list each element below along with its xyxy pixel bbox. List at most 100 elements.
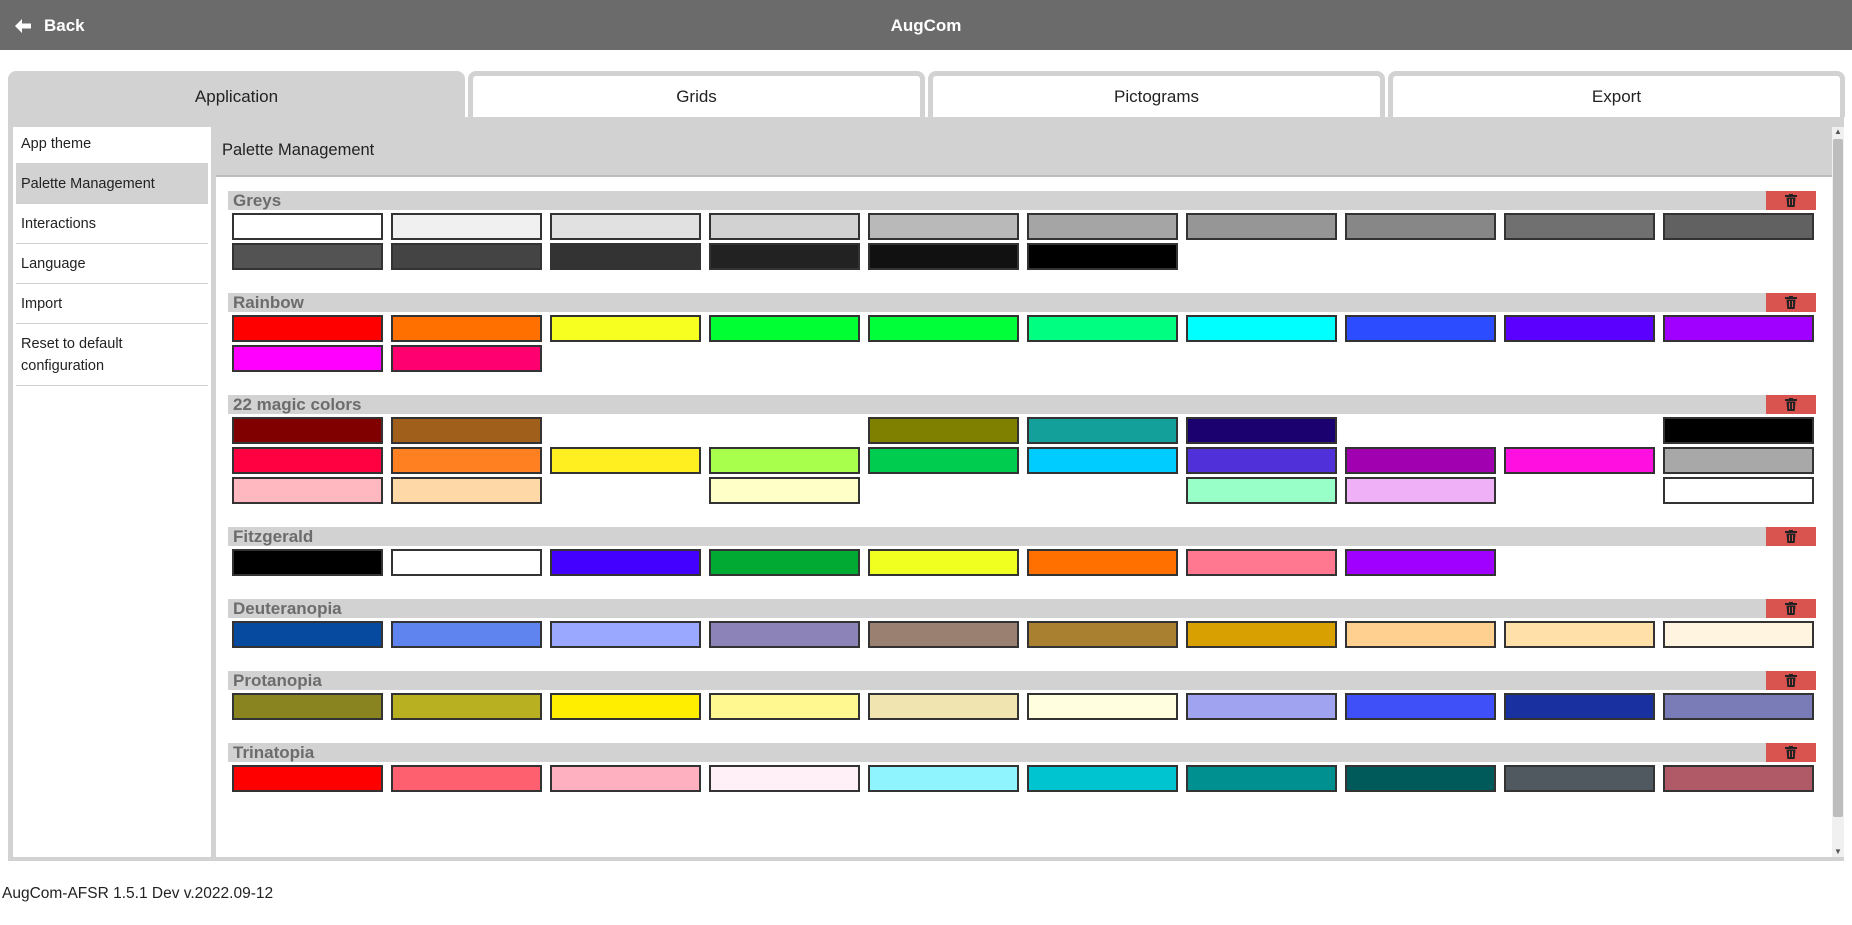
color-swatch[interactable] [391, 477, 542, 504]
color-swatch[interactable] [232, 213, 383, 240]
color-swatch[interactable] [1027, 447, 1178, 474]
tab-application[interactable]: Application [8, 71, 465, 117]
color-swatch[interactable] [232, 477, 383, 504]
color-swatch[interactable] [232, 243, 383, 270]
color-swatch[interactable] [709, 447, 860, 474]
color-swatch[interactable] [1345, 213, 1496, 240]
color-swatch[interactable] [1504, 447, 1655, 474]
color-swatch[interactable] [868, 549, 1019, 576]
color-swatch[interactable] [1345, 549, 1496, 576]
color-swatch[interactable] [868, 447, 1019, 474]
tab-pictograms[interactable]: Pictograms [928, 71, 1385, 117]
color-swatch[interactable] [1186, 549, 1337, 576]
color-swatch[interactable] [709, 621, 860, 648]
color-swatch[interactable] [550, 693, 701, 720]
color-swatch[interactable] [1186, 621, 1337, 648]
color-swatch[interactable] [1027, 315, 1178, 342]
tab-export[interactable]: Export [1388, 71, 1845, 117]
color-swatch[interactable] [232, 417, 383, 444]
color-swatch[interactable] [709, 549, 860, 576]
color-swatch[interactable] [232, 693, 383, 720]
color-swatch[interactable] [1663, 315, 1814, 342]
color-swatch[interactable] [1027, 213, 1178, 240]
color-swatch[interactable] [391, 315, 542, 342]
color-swatch[interactable] [391, 447, 542, 474]
color-swatch[interactable] [1345, 477, 1496, 504]
color-swatch[interactable] [232, 621, 383, 648]
color-swatch[interactable] [868, 243, 1019, 270]
color-swatch[interactable] [232, 549, 383, 576]
color-swatch[interactable] [709, 477, 860, 504]
color-swatch[interactable] [1186, 447, 1337, 474]
color-swatch[interactable] [868, 621, 1019, 648]
scroll-thumb[interactable] [1833, 139, 1843, 817]
color-swatch[interactable] [709, 693, 860, 720]
color-swatch[interactable] [1504, 213, 1655, 240]
color-swatch[interactable] [1027, 693, 1178, 720]
tab-grids[interactable]: Grids [468, 71, 925, 117]
color-swatch[interactable] [391, 693, 542, 720]
scrollbar[interactable]: ▲ ▼ [1832, 127, 1844, 857]
color-swatch[interactable] [868, 315, 1019, 342]
sidebar-item-palette-management[interactable]: Palette Management [16, 164, 208, 204]
color-swatch[interactable] [1027, 549, 1178, 576]
color-swatch[interactable] [709, 213, 860, 240]
color-swatch[interactable] [232, 345, 383, 372]
color-swatch[interactable] [1186, 213, 1337, 240]
color-swatch[interactable] [1504, 621, 1655, 648]
color-swatch[interactable] [1663, 693, 1814, 720]
color-swatch[interactable] [1345, 621, 1496, 648]
color-swatch[interactable] [550, 765, 701, 792]
delete-palette-button[interactable] [1766, 527, 1816, 546]
color-swatch[interactable] [709, 765, 860, 792]
color-swatch[interactable] [1186, 315, 1337, 342]
color-swatch[interactable] [391, 765, 542, 792]
color-swatch[interactable] [868, 765, 1019, 792]
color-swatch[interactable] [550, 315, 701, 342]
color-swatch[interactable] [1663, 477, 1814, 504]
color-swatch[interactable] [868, 213, 1019, 240]
color-swatch[interactable] [1504, 765, 1655, 792]
sidebar-item-import[interactable]: Import [16, 284, 208, 324]
color-swatch[interactable] [868, 693, 1019, 720]
color-swatch[interactable] [391, 243, 542, 270]
color-swatch[interactable] [1027, 243, 1178, 270]
color-swatch[interactable] [1186, 417, 1337, 444]
delete-palette-button[interactable] [1766, 293, 1816, 312]
sidebar-item-language[interactable]: Language [16, 244, 208, 284]
color-swatch[interactable] [1504, 693, 1655, 720]
color-swatch[interactable] [232, 765, 383, 792]
color-swatch[interactable] [1186, 765, 1337, 792]
color-swatch[interactable] [550, 621, 701, 648]
color-swatch[interactable] [232, 447, 383, 474]
color-swatch[interactable] [391, 417, 542, 444]
color-swatch[interactable] [709, 243, 860, 270]
color-swatch[interactable] [1027, 621, 1178, 648]
color-swatch[interactable] [868, 417, 1019, 444]
scroll-up-icon[interactable]: ▲ [1834, 127, 1842, 137]
sidebar-item-app-theme[interactable]: App theme [16, 127, 208, 164]
delete-palette-button[interactable] [1766, 599, 1816, 618]
color-swatch[interactable] [1345, 447, 1496, 474]
delete-palette-button[interactable] [1766, 743, 1816, 762]
color-swatch[interactable] [1663, 621, 1814, 648]
color-swatch[interactable] [709, 315, 860, 342]
color-swatch[interactable] [550, 447, 701, 474]
color-swatch[interactable] [1345, 693, 1496, 720]
color-swatch[interactable] [1186, 693, 1337, 720]
color-swatch[interactable] [1663, 213, 1814, 240]
color-swatch[interactable] [232, 315, 383, 342]
color-swatch[interactable] [1504, 315, 1655, 342]
delete-palette-button[interactable] [1766, 395, 1816, 414]
color-swatch[interactable] [1186, 477, 1337, 504]
color-swatch[interactable] [391, 549, 542, 576]
color-swatch[interactable] [550, 243, 701, 270]
color-swatch[interactable] [1663, 447, 1814, 474]
color-swatch[interactable] [391, 213, 542, 240]
scroll-down-icon[interactable]: ▼ [1834, 847, 1842, 857]
color-swatch[interactable] [391, 345, 542, 372]
color-swatch[interactable] [1663, 417, 1814, 444]
color-swatch[interactable] [1027, 765, 1178, 792]
color-swatch[interactable] [1345, 315, 1496, 342]
sidebar-item-reset[interactable]: Reset to default configuration [16, 324, 208, 386]
